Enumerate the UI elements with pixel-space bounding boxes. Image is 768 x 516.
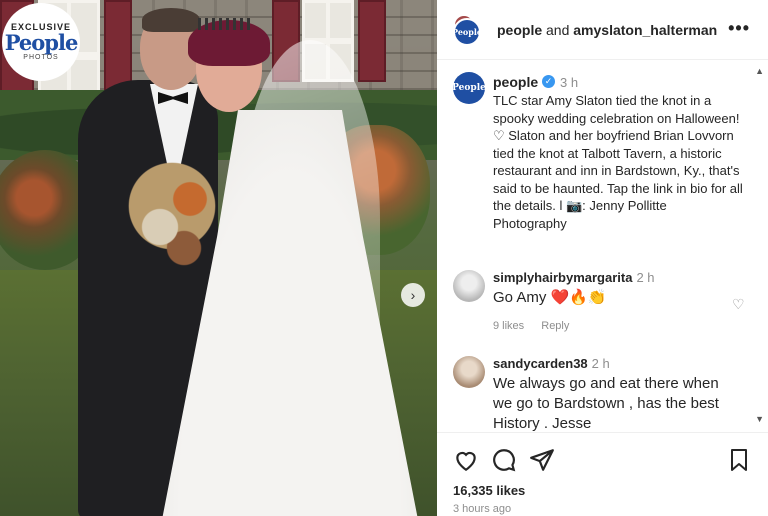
- heart-icon[interactable]: ♡: [732, 296, 745, 313]
- caption-username[interactable]: people: [493, 74, 538, 90]
- avatar[interactable]: [453, 270, 485, 302]
- people-avatar: People: [452, 18, 482, 46]
- scroll-down-icon[interactable]: ▼: [755, 414, 764, 424]
- verified-badge-icon: ✓: [542, 75, 555, 88]
- comment-likes[interactable]: 9 likes: [493, 320, 524, 332]
- likes-count[interactable]: 16,335 likes: [453, 483, 525, 498]
- scroll-up-icon[interactable]: ▲: [755, 66, 764, 76]
- heart-icon[interactable]: [453, 447, 479, 473]
- comment-username[interactable]: sandycarden38 2 h: [493, 356, 610, 371]
- comment-text: We always go and eat there when we go to…: [493, 375, 719, 432]
- window-shutter: [358, 0, 386, 82]
- badge-photos-text: PHOTOS: [23, 53, 59, 61]
- post-side-panel: People people and amyslaton_halterman ••…: [437, 0, 768, 516]
- post-authors: people and amyslaton_halterman: [497, 22, 717, 38]
- next-photo-button[interactable]: ›: [401, 283, 425, 307]
- comment-time: 2 h: [591, 356, 610, 371]
- bookmark-icon[interactable]: [727, 447, 751, 473]
- post-actions: 16,335 likes 3 hours ago: [437, 432, 768, 516]
- tiara: [198, 18, 254, 30]
- bouquet: [118, 150, 238, 290]
- collab-avatars[interactable]: People: [452, 14, 485, 46]
- comment-icon[interactable]: [491, 447, 517, 473]
- post-timestamp: 3 hours ago: [453, 503, 512, 515]
- comment-meta: 9 likes Reply: [493, 320, 583, 332]
- comment-username[interactable]: simplyhairbymargarita 2 h: [493, 270, 655, 285]
- caption-text: TLC star Amy Slaton tied the knot in a s…: [493, 93, 743, 231]
- badge-circle: EXCLUSIVE People PHOTOS: [2, 3, 80, 81]
- comments-list[interactable]: People people ✓ 3 h TLC star Amy Slaton …: [437, 60, 768, 432]
- author-link[interactable]: amyslaton_halterman: [573, 22, 717, 38]
- people-logo: People: [4, 29, 79, 55]
- post-photo[interactable]: EXCLUSIVE People PHOTOS ›: [0, 0, 437, 516]
- exclusive-badge: EXCLUSIVE People PHOTOS: [2, 3, 80, 93]
- chevron-right-icon: ›: [410, 287, 416, 303]
- comment-time: 2 h: [636, 270, 655, 285]
- comment-text: Go Amy ❤️🔥👏: [493, 289, 607, 306]
- caption-time: 3 h: [560, 75, 579, 90]
- post-header: People people and amyslaton_halterman ••…: [437, 0, 768, 60]
- share-icon[interactable]: [529, 447, 555, 473]
- author-link[interactable]: people: [497, 22, 542, 38]
- avatar[interactable]: [453, 356, 485, 388]
- and-text: and: [546, 22, 570, 38]
- reply-button[interactable]: Reply: [541, 320, 569, 332]
- groom-hair: [142, 8, 200, 32]
- avatar[interactable]: People: [452, 72, 486, 104]
- more-icon[interactable]: •••: [728, 18, 750, 39]
